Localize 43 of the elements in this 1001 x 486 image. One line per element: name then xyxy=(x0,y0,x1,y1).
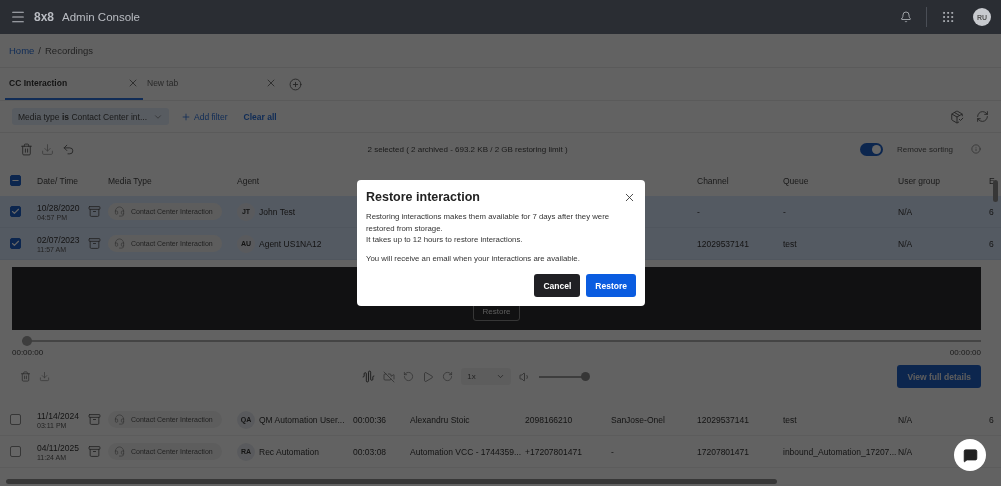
agent-name: Agent US1NA12 xyxy=(259,238,322,249)
agent-name: John Test xyxy=(259,206,296,217)
table-cell: 12029537141 xyxy=(697,414,749,425)
table-cell: - xyxy=(611,446,614,457)
logo: 8x8 xyxy=(34,10,55,24)
date-text: 11/14/2024 xyxy=(37,410,80,421)
table-cell: Automation VCC - 1744359... xyxy=(410,446,522,457)
date-text: 04/11/2025 xyxy=(37,442,80,453)
column-header: User group xyxy=(898,175,941,186)
date-text: 10/28/2020 xyxy=(37,202,81,213)
table-cell: +17207801471 xyxy=(525,446,582,457)
table-cell: 6 xyxy=(989,238,994,249)
table-cell: Alexandru Stoic xyxy=(410,414,470,425)
agent-name: Rec Automation xyxy=(259,446,319,457)
table-cell: test xyxy=(783,414,797,425)
column-header: Queue xyxy=(783,175,809,186)
table-cell: N/A xyxy=(898,206,913,217)
table-cell: - xyxy=(697,206,700,217)
column-header: Media Type xyxy=(108,175,152,186)
column-header: Channel xyxy=(697,175,729,186)
app-title: Admin Console xyxy=(62,11,140,23)
table-cell: 6 xyxy=(989,206,994,217)
table-cell: 6 xyxy=(989,414,994,425)
table-cell: N/A xyxy=(898,446,913,457)
table-cell: 2098166210 xyxy=(525,414,573,425)
table-cell: N/A xyxy=(898,238,913,249)
breadcrumb-current: Recordings xyxy=(45,45,94,56)
table-cell: inbound_Automation_17207... xyxy=(783,446,897,457)
table-cell: test xyxy=(783,238,797,249)
breadcrumb-separator: / xyxy=(38,45,41,56)
table-cell: 17207801471 xyxy=(697,446,749,457)
column-header: Agent xyxy=(237,175,260,186)
table-cell: - xyxy=(783,206,786,217)
filter-label: Media type is Contact Center int... xyxy=(18,111,147,122)
agent-name: QM Automation User... xyxy=(259,414,345,425)
dialog-title: Restore interaction xyxy=(366,190,480,204)
table-cell: SanJose-Onel xyxy=(611,414,665,425)
table-cell: 00:03:08 xyxy=(353,446,387,457)
date-text: 02/07/2023 xyxy=(37,234,81,245)
table-cell: N/A xyxy=(898,414,913,425)
column-header: Date/ Time xyxy=(37,175,79,186)
table-cell: 12029537141 xyxy=(697,238,749,249)
table-cell: 00:00:36 xyxy=(353,414,387,425)
